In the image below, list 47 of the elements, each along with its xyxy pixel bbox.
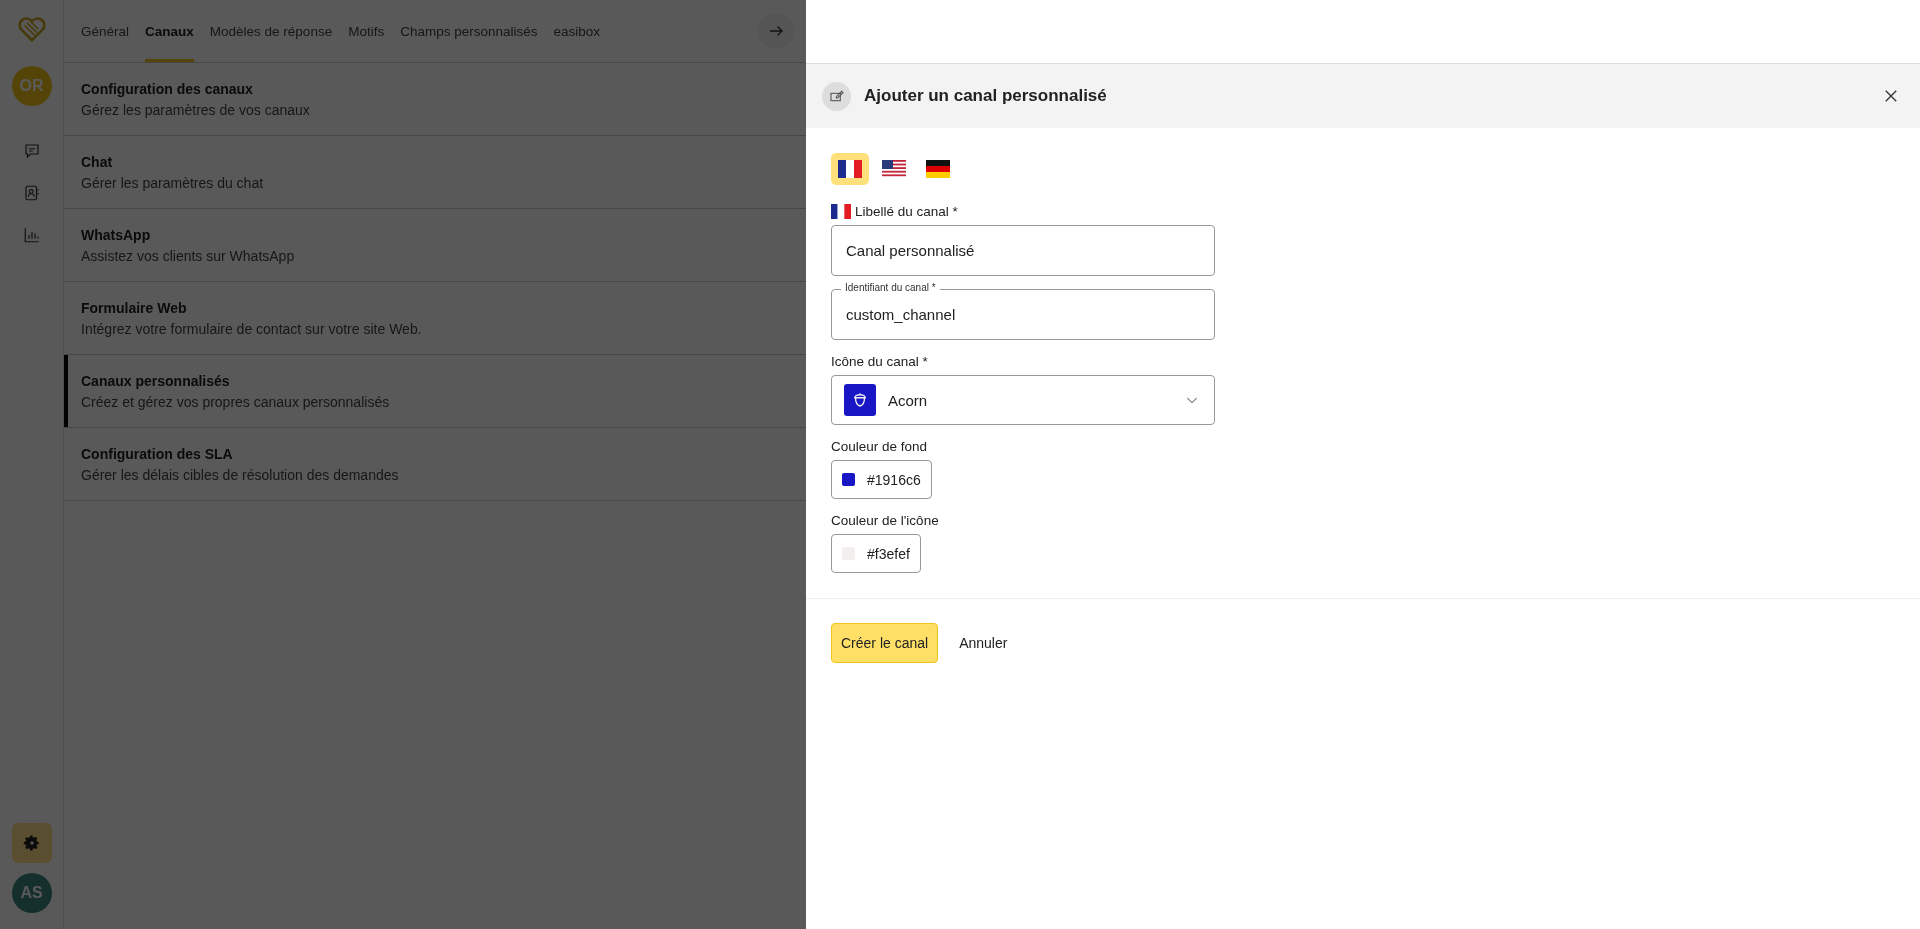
french-flag-icon [831, 204, 851, 219]
settings-list-item[interactable]: Chat Gérer les paramètres du chat [64, 136, 806, 209]
settings-list-item[interactable]: Canaux personnalisés Créez et gérez vos propres canaux personnalisés [64, 355, 806, 428]
item-description: Gérer les délais cibles de résolution des demandes [81, 466, 399, 483]
field-label: Couleur de fond [831, 439, 928, 454]
settings-icon[interactable] [11, 823, 52, 863]
acorn-icon [844, 384, 876, 416]
item-title: Canaux personnalisés [81, 372, 231, 389]
item-title: Formulaire Web [81, 299, 188, 316]
color-input[interactable]: #1916c6 [831, 460, 932, 499]
user-avatar[interactable]: AS [11, 873, 52, 913]
item-title: Chat [81, 153, 114, 170]
french-flag-icon [838, 160, 862, 178]
tab[interactable]: Motifs [348, 0, 385, 62]
item-description: Gérez les paramètres de vos canaux [81, 101, 310, 118]
panel-title: Ajouter un canal personnalisé [864, 86, 1107, 106]
heart-logo-icon [16, 14, 47, 44]
field-label: Icône du canal * [831, 354, 928, 369]
item-title: WhatsApp [81, 226, 152, 243]
field-label: Couleur de l'icône [831, 513, 939, 528]
us-flag-icon [882, 160, 906, 178]
tab[interactable]: Général [81, 0, 130, 62]
settings-list-item[interactable]: Configuration des canaux Gérez les paramètres de vos canaux [64, 63, 806, 136]
tab[interactable]: Canaux [145, 0, 194, 62]
language-flag-button[interactable] [831, 153, 869, 185]
settings-list-item[interactable]: Configuration des SLA Gérer les délais cibles de résolution des demandes [64, 428, 806, 501]
color-input[interactable]: #f3efef [831, 534, 921, 573]
german-flag-icon [926, 160, 950, 178]
create-button[interactable]: Créer le canal [831, 623, 939, 663]
settings-list-item[interactable]: Formulaire Web Intégrez votre formulaire de contact sur votre site Web. [64, 282, 806, 355]
icon-select[interactable]: Acorn [831, 375, 1215, 425]
tab[interactable]: Modèles de réponse [209, 0, 333, 62]
item-description: Gérer les paramètres du chat [81, 174, 264, 191]
edit-icon [822, 81, 851, 111]
field-label: Identifiant du canal * [841, 282, 940, 294]
cancel-button[interactable]: Annuler [946, 623, 1021, 663]
item-description: Créez et gérez vos propres canaux personnalisés [81, 393, 390, 410]
input-field[interactable]: Canal personnalisé [831, 225, 1215, 276]
item-description: Assistez vos clients sur WhatsApp [81, 247, 295, 264]
item-title: Configuration des SLA [81, 445, 234, 462]
tab[interactable]: Champs personnalisés [400, 0, 538, 62]
arrow-right-icon[interactable] [758, 13, 794, 49]
settings-list-item[interactable]: WhatsApp Assistez vos clients sur WhatsApp [64, 209, 806, 282]
field-label: Libellé du canal * [855, 204, 958, 219]
item-title: Configuration des canaux [81, 80, 254, 97]
tab[interactable]: easibox [553, 0, 601, 62]
item-description: Intégrez votre formulaire de contact sur votre site Web. [81, 320, 422, 337]
